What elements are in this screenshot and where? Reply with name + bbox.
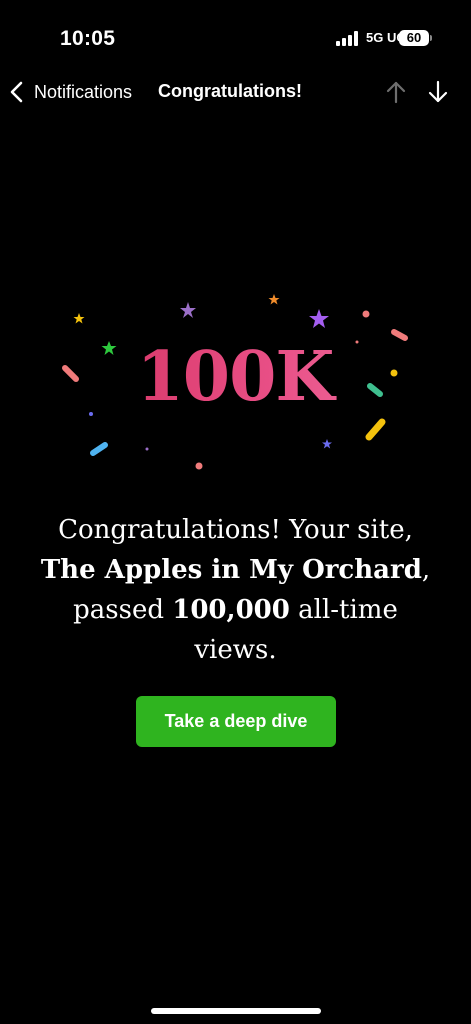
back-label: Notifications: [34, 81, 133, 102]
back-button[interactable]: Notifications: [8, 78, 132, 106]
site-name: The Apples in My Orchard: [40, 555, 422, 585]
congratulations-message: Congratulations! Your site, The Apples i…: [40, 510, 431, 670]
confetti-star: [73, 313, 85, 324]
cellular-signal-icon: [336, 31, 358, 46]
confetti-dot: [195, 462, 203, 470]
battery-tip: [430, 35, 432, 41]
view-count: 100,000: [172, 595, 290, 625]
confetti-star: [309, 309, 329, 328]
confetti-star: [268, 294, 280, 305]
page-title: Congratulations!: [158, 81, 302, 101]
arrow-up-icon[interactable]: [384, 79, 408, 105]
confetti-dot: [362, 310, 370, 318]
confetti-sprinkle: [365, 418, 386, 441]
home-indicator[interactable]: [151, 1008, 321, 1014]
achievement-badge: 100K: [50, 285, 420, 485]
message-text: Congratulations! Your site,: [58, 515, 413, 545]
milestone-value: 100K: [50, 337, 420, 417]
battery-icon: 60: [399, 30, 429, 46]
confetti-star: [322, 439, 332, 449]
confetti-dot: [145, 447, 149, 451]
navigation-bar: Notifications Congratulations!: [0, 70, 471, 114]
status-time: 10:05: [60, 27, 116, 50]
status-bar: 10:05 5G UC 60: [0, 0, 471, 70]
deep-dive-button[interactable]: Take a deep dive: [136, 696, 336, 747]
arrow-down-icon[interactable]: [426, 79, 450, 105]
confetti-sprinkle: [90, 442, 108, 456]
confetti-star: [180, 302, 196, 318]
notification-detail-screen: 10:05 5G UC 60 Notifications Congratulat…: [0, 0, 471, 1024]
chevron-left-icon: [10, 81, 23, 103]
